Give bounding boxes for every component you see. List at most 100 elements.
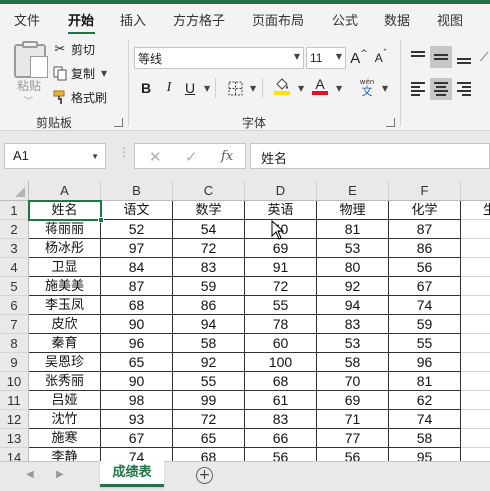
header-cell[interactable]: 语文 (101, 201, 173, 220)
table-cell[interactable]: 69 (317, 391, 389, 410)
table-cell[interactable]: 68 (101, 296, 173, 315)
table-cell[interactable] (461, 239, 490, 258)
table-cell[interactable]: 92 (317, 277, 389, 296)
table-cell[interactable]: 98 (101, 391, 173, 410)
table-cell[interactable]: 卫显 (29, 258, 101, 277)
row-header[interactable]: 14 (0, 448, 29, 461)
table-cell[interactable]: 96 (101, 334, 173, 353)
table-cell[interactable]: 55 (173, 372, 245, 391)
grow-font-button[interactable]: A ^ (350, 48, 368, 68)
table-cell[interactable] (461, 258, 490, 277)
borders-button[interactable] (226, 78, 244, 98)
tab-file[interactable]: 文件 (14, 10, 40, 29)
table-cell[interactable]: 83 (173, 258, 245, 277)
underline-button[interactable]: U (182, 78, 198, 98)
table-cell[interactable]: 58 (173, 334, 245, 353)
row-header[interactable]: 8 (0, 334, 29, 353)
table-cell[interactable]: 53 (317, 334, 389, 353)
table-cell[interactable]: 69 (245, 239, 317, 258)
column-header-d[interactable]: D (245, 181, 317, 201)
table-cell[interactable]: 沈竹 (29, 410, 101, 429)
add-sheet-icon[interactable]: + (196, 467, 213, 484)
table-cell[interactable]: 61 (245, 391, 317, 410)
chevron-down-icon[interactable]: ▼ (204, 84, 210, 93)
table-cell[interactable]: 60 (245, 334, 317, 353)
row-header[interactable]: 6 (0, 296, 29, 315)
table-cell[interactable] (461, 391, 490, 410)
table-cell[interactable]: 67 (389, 277, 461, 296)
formula-input[interactable]: 姓名 (250, 143, 490, 169)
table-cell[interactable]: 54 (173, 220, 245, 239)
row-header[interactable]: 1 (0, 201, 29, 220)
table-cell[interactable]: 吕娅 (29, 391, 101, 410)
table-cell[interactable]: 66 (245, 429, 317, 448)
more-icon[interactable]: ⋮ (118, 145, 130, 159)
next-sheet-icon[interactable]: ▶ (56, 469, 64, 480)
table-cell[interactable]: 施寒 (29, 429, 101, 448)
fill-color-button[interactable] (272, 76, 292, 96)
table-cell[interactable]: 72 (245, 277, 317, 296)
row-header[interactable]: 10 (0, 372, 29, 391)
paste-button[interactable]: 粘贴 ﹀ (8, 36, 48, 108)
table-cell[interactable]: 68 (173, 448, 245, 461)
bold-button[interactable]: B (138, 78, 154, 98)
chevron-down-icon[interactable]: ▼ (298, 84, 304, 93)
insert-function-icon[interactable]: fx (221, 149, 233, 164)
table-cell[interactable] (461, 448, 490, 461)
table-cell[interactable]: 84 (101, 258, 173, 277)
row-header[interactable]: 9 (0, 353, 29, 372)
table-cell[interactable]: 74 (101, 448, 173, 461)
table-cell[interactable]: 59 (389, 315, 461, 334)
row-header[interactable]: 4 (0, 258, 29, 277)
table-cell[interactable]: 蒋丽丽 (29, 220, 101, 239)
table-cell[interactable] (461, 315, 490, 334)
table-cell[interactable]: 李静 (29, 448, 101, 461)
table-cell[interactable]: 55 (245, 296, 317, 315)
header-cell[interactable]: 化学 (389, 201, 461, 220)
table-cell[interactable]: 65 (101, 353, 173, 372)
table-cell[interactable]: 56 (389, 258, 461, 277)
row-header[interactable]: 12 (0, 410, 29, 429)
align-middle-button[interactable] (430, 46, 452, 68)
font-name-select[interactable]: 等线 ▼ (134, 47, 304, 69)
table-cell[interactable]: 施美美 (29, 277, 101, 296)
tab-formulas[interactable]: 公式 (332, 10, 358, 29)
table-cell[interactable]: 87 (389, 220, 461, 239)
font-launcher-icon[interactable] (386, 118, 395, 127)
table-cell[interactable]: 77 (317, 429, 389, 448)
row-header[interactable]: 3 (0, 239, 29, 258)
table-cell[interactable]: 96 (389, 353, 461, 372)
table-cell[interactable]: 83 (317, 315, 389, 334)
column-header-g[interactable] (461, 181, 490, 201)
table-cell[interactable]: 94 (317, 296, 389, 315)
table-cell[interactable] (461, 220, 490, 239)
table-cell[interactable]: 70 (317, 372, 389, 391)
row-header[interactable]: 2 (0, 220, 29, 239)
table-cell[interactable]: 86 (173, 296, 245, 315)
clipboard-launcher-icon[interactable] (114, 118, 123, 127)
table-cell[interactable]: 92 (173, 353, 245, 372)
table-cell[interactable] (461, 372, 490, 391)
table-cell[interactable]: 68 (245, 372, 317, 391)
copy-button[interactable]: 复制 ▼ (52, 63, 107, 83)
table-cell[interactable]: 秦育 (29, 334, 101, 353)
table-cell[interactable] (461, 277, 490, 296)
row-header[interactable]: 5 (0, 277, 29, 296)
orientation-icon[interactable]: ⟋ (480, 50, 490, 66)
align-left-button[interactable] (408, 78, 430, 100)
table-cell[interactable] (461, 296, 490, 315)
table-cell[interactable]: 74 (389, 296, 461, 315)
table-cell[interactable]: 93 (101, 410, 173, 429)
chevron-down-icon[interactable]: ▼ (250, 84, 256, 93)
table-cell[interactable]: 71 (317, 410, 389, 429)
table-cell[interactable]: 72 (173, 410, 245, 429)
tab-insert[interactable]: 插入 (120, 10, 146, 29)
table-cell[interactable]: 李玉凤 (29, 296, 101, 315)
table-cell[interactable]: 58 (389, 429, 461, 448)
table-cell[interactable]: 吴恩珍 (29, 353, 101, 372)
row-header[interactable]: 13 (0, 429, 29, 448)
table-cell[interactable]: 72 (173, 239, 245, 258)
table-cell[interactable]: 90 (101, 372, 173, 391)
table-cell[interactable]: 74 (389, 410, 461, 429)
format-painter-button[interactable]: 格式刷 (52, 87, 107, 107)
